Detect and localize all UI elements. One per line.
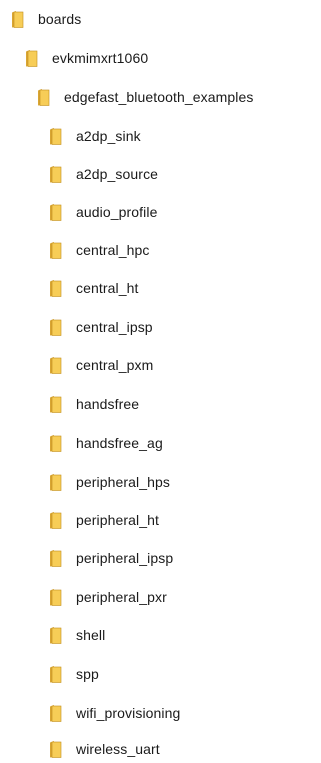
tree-item-shell[interactable]: shell (48, 622, 105, 648)
tree-item-label: boards (38, 11, 82, 27)
folder-tree: boards evkmimxrt1060 edgefast_bluetooth_… (0, 0, 321, 763)
tree-item-boards[interactable]: boards (10, 6, 81, 32)
tree-item-label: evkmimxrt1060 (52, 50, 149, 66)
tree-item-a2dp-source[interactable]: a2dp_source (48, 161, 158, 187)
folder-icon (50, 549, 62, 567)
folder-icon (50, 626, 62, 644)
tree-item-label: spp (76, 666, 99, 682)
tree-item-label: central_hpc (76, 242, 150, 258)
folder-icon (50, 473, 62, 491)
tree-item-wireless-uart[interactable]: wireless_uart (48, 736, 160, 762)
tree-item-label: audio_profile (76, 204, 158, 220)
tree-item-label: handsfree_ag (76, 435, 163, 451)
folder-icon (50, 356, 62, 374)
tree-item-label: central_pxm (76, 357, 154, 373)
folder-icon (50, 127, 62, 145)
tree-item-peripheral-ipsp[interactable]: peripheral_ipsp (48, 545, 173, 571)
tree-item-peripheral-ht[interactable]: peripheral_ht (48, 507, 159, 533)
folder-icon (50, 318, 62, 336)
folder-icon (38, 88, 50, 106)
tree-item-label: central_ipsp (76, 319, 153, 335)
tree-item-label: wireless_uart (76, 741, 160, 757)
folder-icon (50, 434, 62, 452)
tree-item-handsfree-ag[interactable]: handsfree_ag (48, 430, 163, 456)
tree-item-label: wifi_provisioning (76, 705, 181, 721)
tree-item-spp[interactable]: spp (48, 661, 99, 687)
tree-item-central-ht[interactable]: central_ht (48, 275, 138, 301)
tree-item-label: shell (76, 627, 106, 643)
tree-item-central-ipsp[interactable]: central_ipsp (48, 314, 153, 340)
tree-item-peripheral-hps[interactable]: peripheral_hps (48, 469, 170, 495)
folder-icon (12, 10, 24, 28)
tree-item-label: peripheral_pxr (76, 589, 167, 605)
folder-icon (50, 704, 62, 722)
folder-icon (50, 395, 62, 413)
folder-icon (50, 279, 62, 297)
tree-item-examples-folder[interactable]: edgefast_bluetooth_examples (36, 84, 254, 110)
folder-icon (50, 588, 62, 606)
tree-item-board[interactable]: evkmimxrt1060 (24, 45, 148, 71)
tree-item-label: peripheral_ht (76, 512, 160, 528)
tree-item-label: edgefast_bluetooth_examples (64, 89, 254, 105)
tree-item-handsfree[interactable]: handsfree (48, 391, 139, 417)
folder-icon (50, 203, 62, 221)
folder-icon (50, 241, 62, 259)
tree-item-peripheral-pxr[interactable]: peripheral_pxr (48, 584, 167, 610)
tree-item-central-hpc[interactable]: central_hpc (48, 237, 149, 263)
tree-item-a2dp-sink[interactable]: a2dp_sink (48, 123, 141, 149)
tree-item-label: peripheral_ipsp (76, 550, 174, 566)
tree-item-label: peripheral_hps (76, 474, 171, 490)
tree-item-label: a2dp_sink (76, 128, 141, 144)
tree-item-audio-profile[interactable]: audio_profile (48, 199, 157, 225)
tree-item-label: central_ht (76, 280, 139, 296)
tree-item-central-pxm[interactable]: central_pxm (48, 352, 153, 378)
folder-icon (26, 49, 38, 67)
folder-icon (50, 511, 62, 529)
folder-icon (50, 665, 62, 683)
folder-icon (50, 740, 62, 758)
tree-item-label: handsfree (76, 396, 140, 412)
tree-item-wifi-provisioning[interactable]: wifi_provisioning (48, 700, 180, 726)
tree-item-label: a2dp_source (76, 166, 159, 182)
folder-icon (50, 165, 62, 183)
